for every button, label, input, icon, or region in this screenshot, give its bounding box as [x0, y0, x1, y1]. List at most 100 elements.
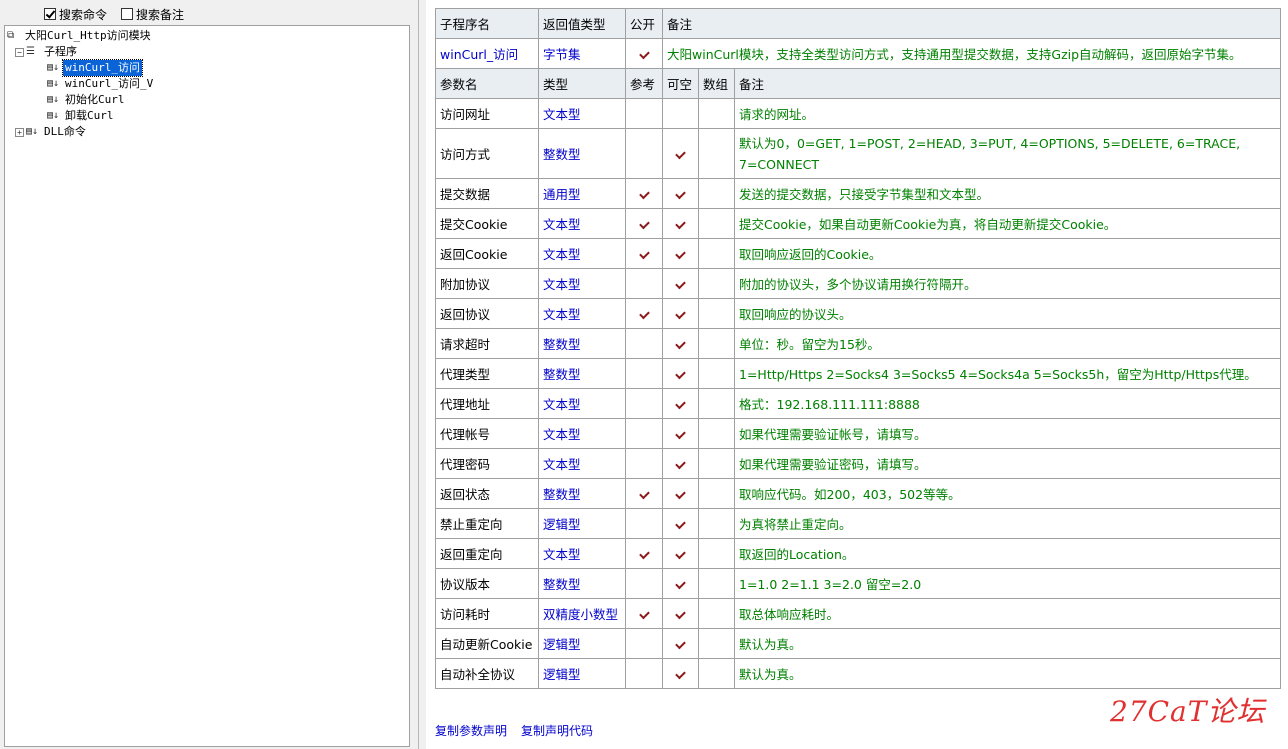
search-note-checkbox[interactable]: 搜索备注	[121, 6, 184, 23]
param-array-cell[interactable]	[698, 98, 735, 129]
param-array-cell[interactable]	[698, 658, 735, 689]
param-type-cell[interactable]: 文本型	[538, 388, 626, 419]
param-name-cell[interactable]: 返回重定向	[435, 538, 539, 569]
param-ref-cell[interactable]	[625, 268, 663, 299]
sub-return-cell[interactable]: 字节集	[538, 38, 626, 69]
param-note-cell[interactable]: 单位：秒。留空为15秒。	[734, 328, 1281, 359]
param-row[interactable]: 访问方式 整数型 默认为0，0=GET, 1=POST, 2=HEAD, 3=PUT…	[435, 128, 1281, 179]
param-note-cell[interactable]: 附加的协议头，多个协议请用换行符隔开。	[734, 268, 1281, 299]
param-row[interactable]: 访问网址 文本型 请求的网址。	[435, 98, 1281, 129]
param-optional-cell[interactable]	[662, 508, 699, 539]
param-name-cell[interactable]: 协议版本	[435, 568, 539, 599]
param-ref-cell[interactable]	[625, 448, 663, 479]
param-note-cell[interactable]: 默认为真。	[734, 628, 1281, 659]
param-array-cell[interactable]	[698, 568, 735, 599]
param-array-cell[interactable]	[698, 598, 735, 629]
param-type-cell[interactable]: 文本型	[538, 538, 626, 569]
param-optional-cell[interactable]	[662, 298, 699, 329]
param-optional-cell[interactable]	[662, 658, 699, 689]
param-note-cell[interactable]: 取回响应的协议头。	[734, 298, 1281, 329]
param-type-cell[interactable]: 整数型	[538, 478, 626, 509]
param-type-cell[interactable]: 双精度小数型	[538, 598, 626, 629]
param-note-cell[interactable]: 取总体响应耗时。	[734, 598, 1281, 629]
copy-params-link[interactable]: 复制参数声明	[435, 722, 507, 739]
param-optional-cell[interactable]	[662, 328, 699, 359]
tree-item-winCurl[interactable]: ▤↓ winCurl_访问	[5, 59, 409, 77]
param-optional-cell[interactable]	[662, 448, 699, 479]
param-type-cell[interactable]: 文本型	[538, 208, 626, 239]
param-note-cell[interactable]: 默认为0，0=GET, 1=POST, 2=HEAD, 3=PUT, 4=OPT…	[734, 128, 1281, 179]
param-note-cell[interactable]: 为真将禁止重定向。	[734, 508, 1281, 539]
collapse-icon[interactable]: −	[15, 47, 24, 57]
param-type-cell[interactable]: 文本型	[538, 298, 626, 329]
param-type-cell[interactable]: 文本型	[538, 418, 626, 449]
param-name-cell[interactable]: 访问耗时	[435, 598, 539, 629]
param-note-cell[interactable]: 1=Http/Https 2=Socks4 3=Socks5 4=Socks4a…	[734, 358, 1281, 389]
param-ref-cell[interactable]	[625, 628, 663, 659]
param-row[interactable]: 返回Cookie 文本型 取回响应返回的Cookie。	[435, 238, 1281, 269]
param-optional-cell[interactable]	[662, 478, 699, 509]
param-optional-cell[interactable]	[662, 238, 699, 269]
param-name-cell[interactable]: 返回状态	[435, 478, 539, 509]
param-note-cell[interactable]: 格式：192.168.111.111:8888	[734, 388, 1281, 419]
param-ref-cell[interactable]	[625, 418, 663, 449]
param-row[interactable]: 提交数据 通用型 发送的提交数据，只接受字节集型和文本型。	[435, 178, 1281, 209]
param-row[interactable]: 返回协议 文本型 取回响应的协议头。	[435, 298, 1281, 329]
param-name-cell[interactable]: 代理类型	[435, 358, 539, 389]
tree-group-subprograms[interactable]: − ☰ 子程序	[5, 44, 409, 60]
param-type-cell[interactable]: 逻辑型	[538, 508, 626, 539]
param-array-cell[interactable]	[698, 328, 735, 359]
param-row[interactable]: 代理密码 文本型 如果代理需要验证密码，请填写。	[435, 448, 1281, 479]
param-name-cell[interactable]: 附加协议	[435, 268, 539, 299]
param-array-cell[interactable]	[698, 358, 735, 389]
param-row[interactable]: 请求超时 整数型 单位：秒。留空为15秒。	[435, 328, 1281, 359]
sub-note-cell[interactable]: 大阳winCurl模块，支持全类型访问方式，支持通用型提交数据，支持Gzip自动…	[662, 38, 1281, 69]
param-ref-cell[interactable]	[625, 98, 663, 129]
param-array-cell[interactable]	[698, 508, 735, 539]
param-row[interactable]: 访问耗时 双精度小数型 取总体响应耗时。	[435, 598, 1281, 629]
param-name-cell[interactable]: 访问方式	[435, 128, 539, 179]
param-ref-cell[interactable]	[625, 388, 663, 419]
param-optional-cell[interactable]	[662, 268, 699, 299]
param-ref-cell[interactable]	[625, 508, 663, 539]
param-type-cell[interactable]: 通用型	[538, 178, 626, 209]
param-note-cell[interactable]: 发送的提交数据，只接受字节集型和文本型。	[734, 178, 1281, 209]
param-name-cell[interactable]: 请求超时	[435, 328, 539, 359]
param-row[interactable]: 自动补全协议 逻辑型 默认为真。	[435, 658, 1281, 689]
param-note-cell[interactable]: 如果代理需要验证密码，请填写。	[734, 448, 1281, 479]
param-row[interactable]: 代理地址 文本型 格式：192.168.111.111:8888	[435, 388, 1281, 419]
param-array-cell[interactable]	[698, 538, 735, 569]
param-array-cell[interactable]	[698, 238, 735, 269]
param-ref-cell[interactable]	[625, 178, 663, 209]
param-type-cell[interactable]: 文本型	[538, 448, 626, 479]
param-array-cell[interactable]	[698, 448, 735, 479]
tree-group-dll[interactable]: + ▤↓ DLL命令	[5, 124, 409, 140]
panel-splitter[interactable]	[412, 0, 426, 749]
param-note-cell[interactable]: 取返回的Location。	[734, 538, 1281, 569]
param-row[interactable]: 自动更新Cookie 逻辑型 默认为真。	[435, 628, 1281, 659]
param-ref-cell[interactable]	[625, 208, 663, 239]
sub-public-cell[interactable]	[625, 38, 663, 69]
param-optional-cell[interactable]	[662, 128, 699, 179]
param-name-cell[interactable]: 代理密码	[435, 448, 539, 479]
param-array-cell[interactable]	[698, 628, 735, 659]
param-name-cell[interactable]: 自动补全协议	[435, 658, 539, 689]
param-row[interactable]: 返回状态 整数型 取响应代码。如200，403，502等等。	[435, 478, 1281, 509]
subprogram-row[interactable]: winCurl_访问 字节集 大阳winCurl模块，支持全类型访问方式，支持通…	[435, 38, 1281, 69]
param-note-cell[interactable]: 默认为真。	[734, 658, 1281, 689]
param-name-cell[interactable]: 代理地址	[435, 388, 539, 419]
param-array-cell[interactable]	[698, 208, 735, 239]
param-name-cell[interactable]: 代理帐号	[435, 418, 539, 449]
param-note-cell[interactable]: 取响应代码。如200，403，502等等。	[734, 478, 1281, 509]
param-array-cell[interactable]	[698, 268, 735, 299]
param-name-cell[interactable]: 返回协议	[435, 298, 539, 329]
param-array-cell[interactable]	[698, 418, 735, 449]
param-row[interactable]: 返回重定向 文本型 取返回的Location。	[435, 538, 1281, 569]
param-type-cell[interactable]: 文本型	[538, 98, 626, 129]
tree-item-init-curl[interactable]: ▤↓ 初始化Curl	[5, 92, 409, 108]
param-row[interactable]: 代理帐号 文本型 如果代理需要验证帐号，请填写。	[435, 418, 1281, 449]
param-type-cell[interactable]: 整数型	[538, 128, 626, 179]
param-row[interactable]: 代理类型 整数型 1=Http/Https 2=Socks4 3=Socks5 4=…	[435, 358, 1281, 389]
search-command-checkbox[interactable]: 搜索命令	[44, 6, 107, 23]
param-ref-cell[interactable]	[625, 128, 663, 179]
